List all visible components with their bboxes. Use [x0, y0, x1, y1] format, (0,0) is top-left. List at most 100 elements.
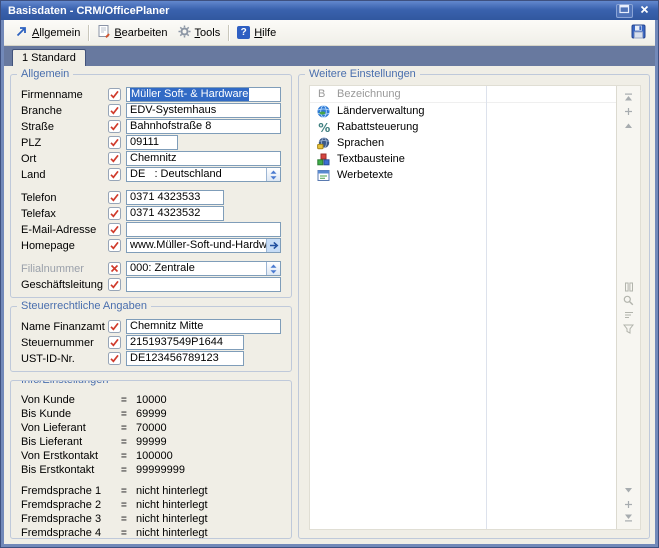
info-value: 10000	[136, 394, 167, 406]
confirm-field-icon[interactable]	[108, 136, 121, 149]
globe-icon	[310, 105, 337, 118]
scroll-down-icon[interactable]	[624, 483, 633, 497]
info-row-fremdsprache-2: Fremdsprache 2=nicht hinterlegt	[21, 498, 281, 512]
field-value: Chemnitz	[130, 152, 176, 165]
field-value: Chemnitz Mitte	[130, 320, 203, 333]
input-telefax[interactable]: 0371 4323532	[126, 206, 224, 221]
input-name-finanzamt[interactable]: Chemnitz Mitte	[126, 319, 281, 334]
info-value: nicht hinterlegt	[136, 485, 208, 497]
input-firmenname[interactable]: Müller Soft- & Hardware	[126, 87, 281, 102]
field-value: EDV-Systemhaus	[130, 104, 216, 117]
group-allgemein: Allgemein FirmennameMüller Soft- & Hardw…	[10, 74, 292, 298]
confirm-field-icon[interactable]	[108, 320, 121, 333]
dropdown-button[interactable]	[266, 168, 280, 181]
input-telefon[interactable]: 0371 4323533	[126, 190, 224, 205]
confirm-field-icon[interactable]	[108, 223, 121, 236]
adtext-icon	[310, 169, 337, 182]
field-label: E-Mail-Adresse	[21, 224, 108, 236]
input-gesch-ftsleitung[interactable]	[126, 277, 281, 292]
group-info-einstellungen: Info/Einstellungen Von Kunde=10000Bis Ku…	[10, 380, 292, 539]
equals-sign: =	[121, 423, 136, 434]
column-header-b[interactable]: B	[310, 88, 337, 100]
confirm-field-icon[interactable]	[108, 352, 121, 365]
menu-item-label: Tools	[195, 27, 221, 39]
confirm-field-icon[interactable]	[108, 278, 121, 291]
languages-icon	[310, 137, 337, 150]
confirm-field-icon[interactable]	[108, 120, 121, 133]
list-item-rabattsteuerung[interactable]: %Rabattsteuerung	[310, 119, 616, 135]
info-value: 69999	[136, 408, 167, 420]
info-label: Fremdsprache 2	[21, 499, 121, 511]
list-item-werbetexte[interactable]: Werbetexte	[310, 167, 616, 183]
scroll-top-icon[interactable]	[624, 90, 633, 104]
dropdown-button[interactable]	[266, 262, 280, 275]
equals-sign: =	[121, 409, 136, 420]
save-button[interactable]	[628, 22, 649, 44]
close-button[interactable]	[636, 4, 653, 18]
info-row-von-lieferant: Von Lieferant=70000	[21, 421, 281, 435]
confirm-field-icon[interactable]	[108, 168, 121, 181]
equals-sign: =	[121, 437, 136, 448]
list-item-sprachen[interactable]: Sprachen	[310, 135, 616, 151]
plus-icon[interactable]	[624, 104, 633, 118]
menu-item-bearbeiten[interactable]: Bearbeiten	[92, 22, 172, 43]
plus-icon[interactable]	[624, 497, 633, 511]
scroll-bottom-icon[interactable]	[624, 511, 633, 525]
filter-icon[interactable]	[623, 322, 634, 336]
info-value: 99999	[136, 436, 167, 448]
sort-icon[interactable]	[624, 308, 634, 322]
list-item-label: Sprachen	[337, 137, 616, 149]
combo-land[interactable]: DE : Deutschland	[126, 167, 281, 182]
clear-field-icon[interactable]	[108, 262, 121, 275]
info-label: Von Kunde	[21, 394, 121, 406]
field-label: Telefax	[21, 208, 108, 220]
menu-item-hilfe[interactable]: ?Hilfe	[232, 24, 281, 41]
list-item-label: Werbetexte	[337, 169, 616, 181]
equals-sign: =	[121, 486, 136, 497]
group-weitere-einstellungen: Weitere Einstellungen B Bezeichnung Länd…	[298, 74, 650, 539]
info-row-bis-erstkontakt: Bis Erstkontakt=99999999	[21, 463, 281, 477]
info-label: Fremdsprache 4	[21, 527, 121, 539]
magnifier-icon[interactable]	[623, 294, 634, 308]
field-label: Steuernummer	[21, 337, 108, 349]
field-value: 0371 4323532	[130, 207, 200, 220]
confirm-field-icon[interactable]	[108, 207, 121, 220]
tab-standard[interactable]: 1 Standard	[12, 49, 86, 66]
field-row-telefax: Telefax 0371 4323532	[21, 206, 281, 221]
info-value: 70000	[136, 422, 167, 434]
main-content: Allgemein FirmennameMüller Soft- & Hardw…	[4, 66, 655, 544]
info-row-von-kunde: Von Kunde=10000	[21, 393, 281, 407]
field-row-steuernummer: Steuernummer 2151937549P1644	[21, 335, 281, 350]
input-steuernummer[interactable]: 2151937549P1644	[126, 335, 244, 350]
input-e-mail-adresse[interactable]	[126, 222, 281, 237]
confirm-field-icon[interactable]	[108, 88, 121, 101]
list-item-l-nderverwaltung[interactable]: Länderverwaltung	[310, 103, 616, 119]
window-title: Basisdaten - CRM/OfficePlaner	[8, 5, 613, 17]
input-branche[interactable]: EDV-Systemhaus	[126, 103, 281, 118]
group-title: Info/Einstellungen	[17, 380, 112, 386]
input-homepage[interactable]: www.Müller-Soft-und-Hardware.de	[126, 238, 281, 253]
scroll-up-icon[interactable]	[624, 118, 633, 132]
confirm-field-icon[interactable]	[108, 152, 121, 165]
restore-button[interactable]	[616, 4, 633, 18]
combo-filialnummer[interactable]: 000: Zentrale	[126, 261, 281, 276]
confirm-field-icon[interactable]	[108, 104, 121, 117]
columns-icon[interactable]	[624, 280, 634, 294]
confirm-field-icon[interactable]	[108, 239, 121, 252]
input-ust-id-nr[interactable]: DE123456789123	[126, 351, 244, 366]
column-header-bezeichnung[interactable]: Bezeichnung	[337, 88, 616, 100]
row-spacer	[21, 254, 281, 261]
info-label: Bis Lieferant	[21, 436, 121, 448]
input-stra-e[interactable]: Bahnhofstraße 8	[126, 119, 281, 134]
menu-item-allgemein[interactable]: Allgemein	[10, 23, 85, 43]
equals-sign: =	[121, 528, 136, 539]
confirm-field-icon[interactable]	[108, 336, 121, 349]
field-value: 0371 4323533	[130, 191, 200, 204]
input-ort[interactable]: Chemnitz	[126, 151, 281, 166]
info-label: Fremdsprache 1	[21, 485, 121, 497]
input-plz[interactable]: 09111	[126, 135, 178, 150]
list-item-textbausteine[interactable]: Textbausteine	[310, 151, 616, 167]
menu-item-tools[interactable]: Tools	[173, 23, 226, 43]
open-homepage-button[interactable]	[266, 239, 280, 252]
confirm-field-icon[interactable]	[108, 191, 121, 204]
